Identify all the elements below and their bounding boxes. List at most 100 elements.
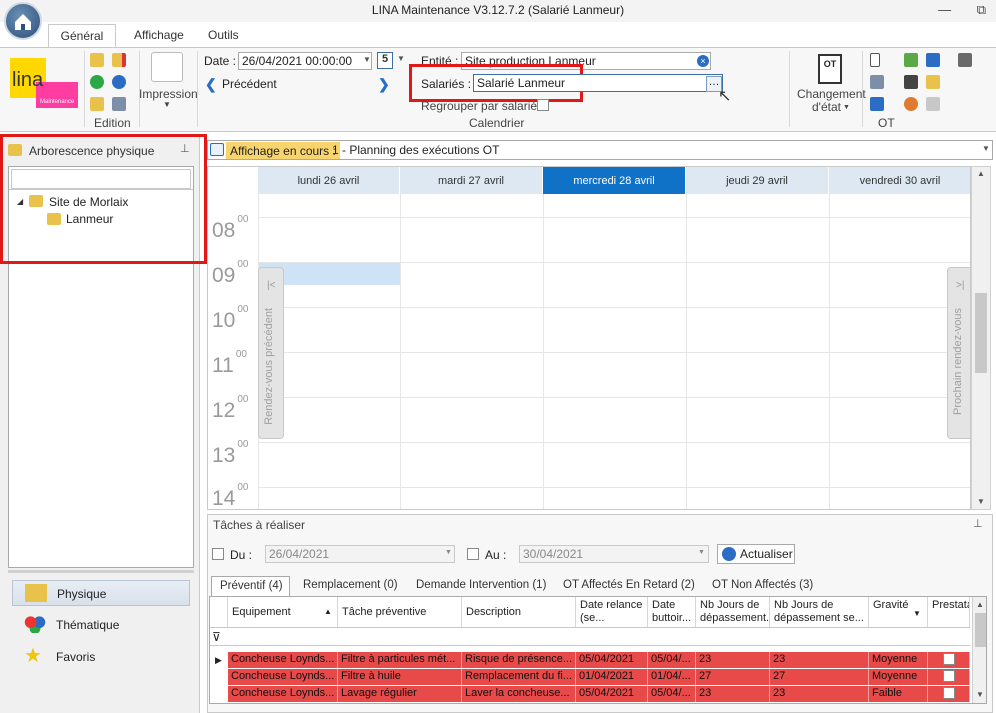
chevron-down-icon[interactable]: ▼	[698, 549, 705, 556]
grid-line	[258, 442, 970, 443]
du-checkbox[interactable]	[212, 548, 224, 560]
tab-general[interactable]: Général	[48, 24, 116, 48]
table-cell: 27	[770, 669, 869, 685]
refresh-icon[interactable]	[112, 75, 126, 89]
nav-physique[interactable]: Physique	[12, 580, 190, 606]
hierarchy-icon[interactable]	[926, 53, 940, 67]
report-icon[interactable]	[926, 97, 940, 111]
bar-chart-icon[interactable]	[870, 97, 884, 111]
prestataire-checkbox[interactable]	[942, 687, 955, 699]
tab-demande-intervention[interactable]: Demande Intervention (1)	[408, 576, 554, 596]
nav-favoris[interactable]: ★ Favoris	[12, 644, 190, 670]
table-row[interactable]: Concheuse Loynds... Filtre à huile Rempl…	[228, 669, 970, 685]
chevron-down-icon[interactable]: ▼	[843, 104, 850, 111]
table-cell: Faible	[869, 686, 928, 702]
chevron-left-icon[interactable]: ❮	[205, 76, 217, 93]
table-cell: Lavage régulier	[338, 686, 462, 702]
add-icon[interactable]	[90, 75, 104, 89]
folder-delete-icon[interactable]	[112, 53, 126, 67]
regrouper-checkbox[interactable]	[537, 99, 549, 111]
table-cell: 05/04/...	[648, 652, 696, 668]
day-header[interactable]: lundi 26 avril	[258, 167, 400, 194]
ot-icon[interactable]: OT	[818, 54, 842, 84]
tab-preventif[interactable]: Préventif (4)	[211, 576, 290, 596]
column-header[interactable]: Equipement	[228, 597, 338, 627]
column-header[interactable]: Nb Jours de dépassement se...	[770, 597, 869, 627]
chevron-down-icon[interactable]: ▼	[163, 100, 171, 109]
scroll-thumb[interactable]	[975, 613, 986, 647]
scroll-up-icon[interactable]: ▲	[977, 169, 985, 178]
pin-icon[interactable]: ⊥	[973, 517, 983, 530]
nav-label: Favoris	[56, 650, 96, 664]
nav-thematique[interactable]: Thématique	[12, 612, 190, 638]
clear-icon[interactable]: ×	[697, 55, 709, 67]
scroll-thumb[interactable]	[975, 293, 987, 373]
document-icon[interactable]	[870, 53, 880, 67]
day-header[interactable]: vendredi 30 avril	[829, 167, 970, 194]
tab-outils[interactable]: Outils	[198, 24, 249, 48]
flask-icon[interactable]	[904, 97, 918, 111]
column-header[interactable]: Description	[462, 597, 576, 627]
date-field[interactable]: 26/04/2021 00:00:00	[238, 52, 372, 70]
day-header[interactable]: mardi 27 avril	[400, 167, 543, 194]
chevron-right-icon[interactable]: ❯	[378, 76, 390, 93]
users-icon[interactable]	[112, 97, 126, 111]
etat-label[interactable]: d'état	[812, 100, 841, 114]
prev-rdv-button[interactable]: |< Rendez-vous précédent	[258, 267, 284, 439]
tab-ot-retard[interactable]: OT Affectés En Retard (2)	[555, 576, 703, 596]
column-header[interactable]: Prestataire	[928, 597, 970, 627]
chevron-down-icon[interactable]: ▼	[445, 549, 452, 556]
minimize-button[interactable]: —	[938, 2, 951, 17]
folder-open-icon[interactable]	[90, 97, 104, 111]
app-menu-button[interactable]	[4, 2, 42, 40]
tab-ot-non-affectes[interactable]: OT Non Affectés (3)	[704, 576, 821, 596]
impression-button[interactable]: Impression	[139, 87, 198, 101]
prestataire-checkbox[interactable]	[942, 653, 955, 665]
print-icon[interactable]	[151, 52, 183, 82]
splitter[interactable]	[8, 570, 194, 573]
scroll-down-icon[interactable]: ▼	[977, 497, 985, 506]
chevron-down-icon[interactable]: ▼	[363, 55, 371, 64]
folder-icon[interactable]	[926, 75, 940, 89]
chevron-down-icon[interactable]: ▼	[982, 144, 990, 153]
printer-icon[interactable]	[870, 75, 884, 89]
actualiser-button[interactable]: Actualiser	[717, 544, 795, 564]
column-header[interactable]: Date buttoir...	[648, 597, 696, 627]
salaries-field[interactable]: Salarié Lanmeur	[473, 74, 723, 92]
hour-label: 10 00	[212, 304, 249, 332]
au-label: Au :	[485, 548, 507, 562]
column-header[interactable]: Date relance (se...	[576, 597, 648, 627]
tab-remplacement[interactable]: Remplacement (0)	[295, 576, 406, 596]
wrench-icon[interactable]	[904, 75, 918, 89]
table-row[interactable]: Concheuse Loynds... Filtre à particules …	[228, 652, 970, 668]
tab-affichage[interactable]: Affichage	[124, 24, 194, 48]
filter-icon[interactable]: ⊽	[212, 630, 221, 644]
column-header[interactable]: Tâche préventive	[338, 597, 462, 627]
column-header[interactable]: Nb Jours de dépassement...	[696, 597, 770, 627]
home-icon	[15, 14, 31, 30]
tools-icon[interactable]	[958, 53, 972, 67]
table-cell	[928, 652, 970, 668]
table-cell: Moyenne	[869, 652, 928, 668]
du-date-field[interactable]: 26/04/2021	[265, 545, 455, 563]
calendar-icon[interactable]: 5	[377, 52, 393, 69]
table-row[interactable]: Concheuse Loynds... Lavage régulier Lave…	[228, 686, 970, 702]
money-icon[interactable]	[904, 53, 918, 67]
folder-new-icon[interactable]	[90, 53, 104, 67]
scroll-up-icon[interactable]: ▲	[976, 600, 984, 609]
chevron-down-icon[interactable]: ▼	[397, 54, 405, 63]
precedent-button[interactable]: Précédent	[222, 77, 277, 91]
affichage-select[interactable]: 1 - Planning des exécutions OT	[332, 143, 499, 157]
day-header-today[interactable]: mercredi 28 avril	[543, 167, 686, 194]
next-rdv-button[interactable]: >| Prochain rendez-vous	[947, 267, 970, 439]
grid-scrollbar[interactable]: ▲ ▼	[972, 597, 986, 703]
calendar-scrollbar[interactable]: ▲ ▼	[971, 166, 991, 510]
au-date-field[interactable]: 30/04/2021	[519, 545, 709, 563]
changement-label[interactable]: Changement	[797, 87, 866, 101]
prestataire-checkbox[interactable]	[942, 670, 955, 682]
restore-button[interactable]: ⧉	[977, 2, 986, 17]
scroll-down-icon[interactable]: ▼	[976, 690, 984, 699]
au-checkbox[interactable]	[467, 548, 479, 560]
day-header[interactable]: jeudi 29 avril	[686, 167, 829, 194]
table-cell: 23	[696, 686, 770, 702]
